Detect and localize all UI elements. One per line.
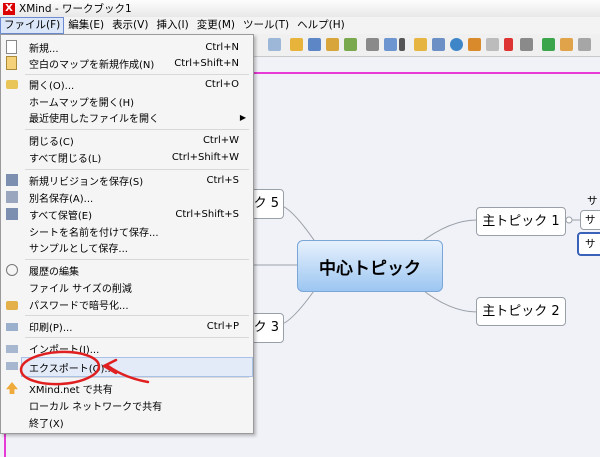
red-circle-annotation [19, 350, 150, 386]
annotation-arrow-shaft [106, 364, 150, 384]
annotation-ellipse [19, 350, 101, 386]
